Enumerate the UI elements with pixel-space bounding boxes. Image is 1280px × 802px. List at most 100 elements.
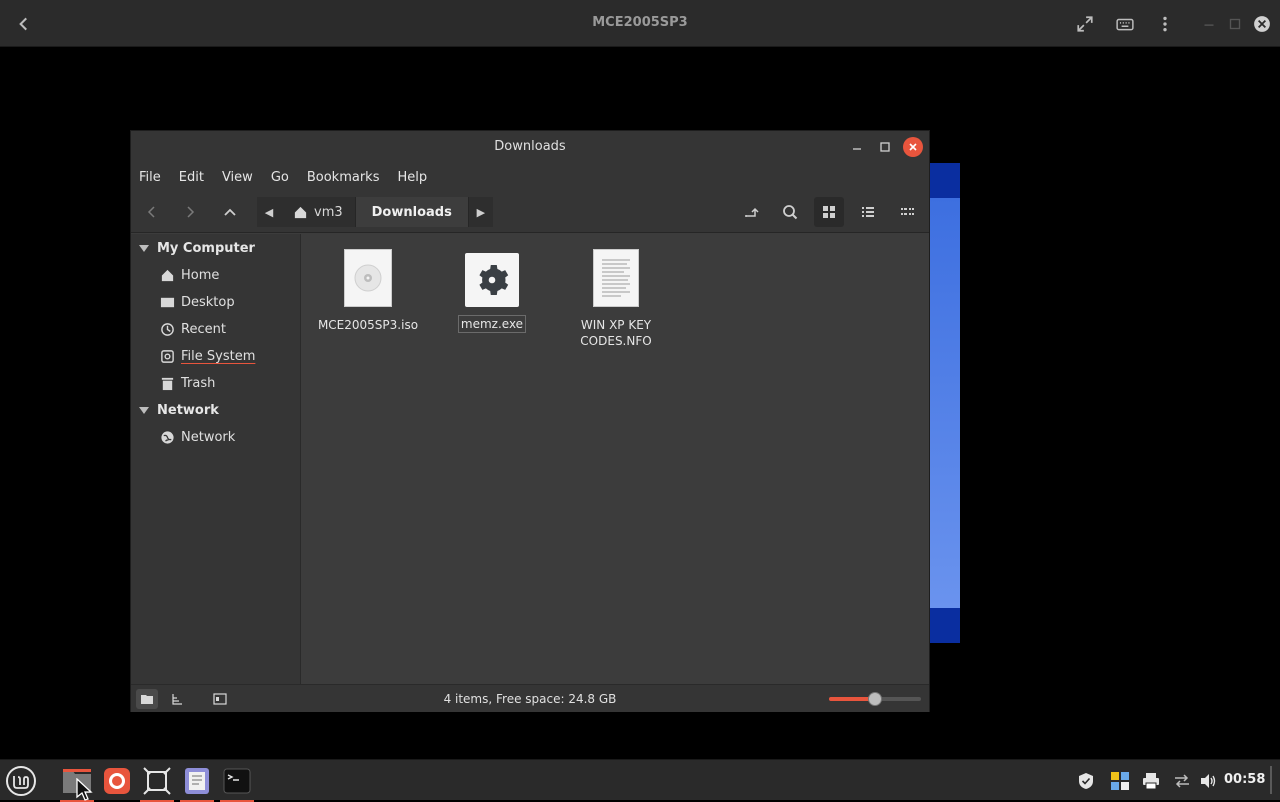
executable-gear-icon [465, 253, 519, 307]
sidebar-item-label: Network [181, 429, 236, 445]
mint-logo-icon [6, 766, 36, 796]
menu-file[interactable]: File [139, 170, 161, 185]
recent-icon [159, 321, 175, 337]
file-name: WIN XP KEY CODES.NFO [556, 317, 676, 349]
menu-edit[interactable]: Edit [179, 170, 204, 185]
list-view-button[interactable] [853, 197, 883, 227]
zoom-slider-handle[interactable] [868, 692, 882, 706]
file-item[interactable]: MCE2005SP3.iso [308, 249, 428, 333]
sidebar-item-desktop[interactable]: Desktop [159, 291, 235, 313]
minimize-button[interactable] [847, 137, 867, 157]
sidebar-item-home[interactable]: Home [159, 264, 219, 286]
path-segment-home[interactable]: vm3 [281, 197, 356, 227]
viewer-maximize-icon[interactable] [1221, 10, 1249, 38]
sidebar-heading-label: My Computer [157, 240, 255, 256]
file-name: memz.exe [457, 315, 527, 333]
sidebar: My Computer Home Desktop Recent File Sys… [131, 234, 301, 684]
menu-go[interactable]: Go [271, 170, 289, 185]
status-text: 4 items, Free space: 24.8 GB [443, 692, 617, 706]
kebab-menu-icon[interactable] [1151, 10, 1179, 38]
toggle-location-button[interactable] [736, 197, 766, 227]
sidebar-item-label: Desktop [181, 294, 235, 310]
forward-button[interactable] [175, 197, 205, 227]
update-manager-icon[interactable] [1110, 771, 1130, 791]
file-view[interactable]: MCE2005SP3.iso memz.exe WIN XP KEY CODES… [302, 234, 929, 684]
viewer-minimize-icon[interactable] [1195, 10, 1223, 38]
taskbar-text-editor[interactable] [180, 764, 214, 802]
toolbar: ◀ vm3 Downloads ▶ [131, 191, 929, 233]
taskbar-remote-viewer[interactable] [140, 764, 174, 802]
path-home-label: vm3 [314, 204, 343, 220]
network-transfer-icon[interactable] [1172, 771, 1192, 791]
menu-bookmarks[interactable]: Bookmarks [307, 170, 380, 185]
text-editor-icon [185, 768, 209, 794]
printer-icon[interactable] [1141, 771, 1161, 791]
desktop-icon [159, 294, 175, 310]
background-window-content [930, 198, 960, 608]
file-manager-window: Downloads File Edit View Go Bookmarks He… [130, 130, 930, 712]
filesystem-icon [159, 348, 175, 364]
sidebar-item-network[interactable]: Network [159, 426, 235, 448]
status-bar: 4 items, Free space: 24.8 GB [131, 684, 929, 712]
sidebar-item-label: Trash [181, 375, 216, 391]
window-titlebar[interactable]: Downloads [131, 131, 929, 163]
taskbar-terminal[interactable] [220, 764, 254, 802]
show-desktop-button[interactable] [1270, 766, 1272, 794]
shield-icon[interactable] [1076, 771, 1096, 791]
sidebar-item-label: Home [181, 267, 220, 283]
fullscreen-icon[interactable] [1071, 10, 1099, 38]
path-scroll-right-icon[interactable]: ▶ [468, 197, 493, 227]
taskbar-firefox[interactable] [100, 764, 134, 798]
breadcrumb: ◀ vm3 Downloads ▶ [257, 197, 493, 227]
close-button[interactable] [903, 137, 923, 157]
compact-view-button[interactable] [892, 197, 922, 227]
trash-icon [159, 375, 175, 391]
icon-view-button[interactable] [814, 197, 844, 227]
search-icon [783, 205, 798, 220]
terminal-icon [223, 768, 251, 794]
maximize-button[interactable] [875, 137, 895, 157]
sidebar-item-trash[interactable]: Trash [159, 372, 215, 394]
volume-icon[interactable] [1198, 771, 1218, 791]
window-title: Downloads [494, 139, 566, 154]
file-item[interactable]: WIN XP KEY CODES.NFO [556, 249, 676, 349]
sidebar-item-recent[interactable]: Recent [159, 318, 226, 340]
path-current-label: Downloads [371, 204, 452, 220]
back-arrow-icon[interactable] [10, 10, 38, 38]
mint-menu-button[interactable] [4, 764, 38, 798]
taskbar: 00:58 [0, 759, 1280, 802]
keyboard-icon[interactable] [1111, 10, 1139, 38]
file-name: MCE2005SP3.iso [317, 318, 419, 332]
back-button[interactable] [137, 197, 167, 227]
home-icon [159, 267, 175, 283]
search-button[interactable] [775, 197, 805, 227]
network-icon [159, 429, 175, 445]
home-icon [294, 206, 307, 218]
menu-bar: File Edit View Go Bookmarks Help [131, 163, 929, 191]
sidebar-heading-label: Network [157, 402, 219, 418]
disc-image-icon [344, 249, 392, 307]
file-name-line2: CODES.NFO [580, 334, 652, 348]
clock[interactable]: 00:58 [1224, 772, 1265, 787]
expand-triangle-icon [139, 406, 149, 414]
remote-viewer-icon [143, 767, 171, 795]
sidebar-heading-network[interactable]: Network [139, 399, 219, 421]
mouse-cursor-icon [76, 778, 93, 801]
zoom-slider[interactable] [829, 692, 921, 706]
sidebar-heading-my-computer[interactable]: My Computer [139, 237, 255, 259]
sidebar-item-label: Recent [181, 321, 226, 337]
sidebar-item-label: File System [181, 348, 256, 364]
file-name-line1: WIN XP KEY [580, 318, 652, 332]
sidebar-item-filesystem[interactable]: File System [159, 345, 255, 367]
expand-triangle-icon [139, 244, 149, 252]
firefox-icon [104, 768, 130, 794]
menu-help[interactable]: Help [397, 170, 427, 185]
up-button[interactable] [215, 197, 245, 227]
viewer-header: MCE2005SP3 [0, 0, 1280, 47]
file-item[interactable]: memz.exe [432, 249, 552, 333]
path-scroll-left-icon[interactable]: ◀ [257, 197, 281, 227]
menu-view[interactable]: View [222, 170, 253, 185]
text-document-icon [593, 249, 639, 307]
viewer-close-icon[interactable] [1248, 10, 1276, 38]
path-segment-current[interactable]: Downloads [355, 197, 469, 227]
